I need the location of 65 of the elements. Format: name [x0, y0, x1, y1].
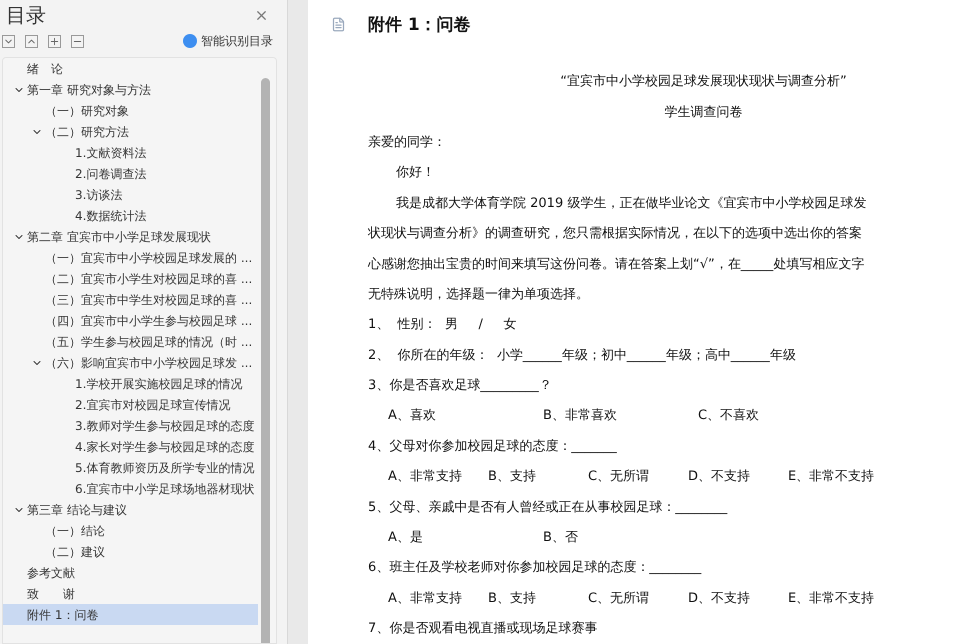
- outline-item[interactable]: 1.学校开展实施校园足球的情况: [3, 373, 258, 394]
- panel-title: 目录: [6, 2, 46, 29]
- outline-item[interactable]: （一）研究对象: [3, 100, 258, 121]
- document-text: 2、 你所在的年级： 小学______年级；初中______年级；高中______年级: [368, 346, 796, 365]
- answer-option: E、非常不支持: [788, 588, 888, 608]
- outline-item[interactable]: 绪 论: [3, 58, 258, 79]
- document-text: 无特殊说明，选择题一律为单项选择。: [368, 286, 589, 304]
- document-text: 你好！: [395, 164, 435, 182]
- document-text: 学生调查问卷: [664, 104, 744, 122]
- collapse-all-icon[interactable]: [25, 34, 38, 48]
- document-text: 我是成都大学体育学院 2019 级学生，正在做毕业论文《宜宾市中小学校园足球发: [395, 194, 866, 213]
- document-text: 状现状与调查分析》的调查研究，您只需根据实际情况，在以下的选项中选出你的答案: [368, 225, 862, 244]
- outline-item[interactable]: （五）学生参与校园足球的情况（时 ...: [3, 331, 258, 352]
- answer-option: A、非常支持: [388, 588, 488, 608]
- outline-item[interactable]: 参考文献: [3, 562, 258, 583]
- outline-item[interactable]: 5.体育教师资历及所学专业的情况: [3, 457, 258, 478]
- answer-option: A、非常支持: [388, 467, 488, 487]
- outline-item[interactable]: （一）宜宾市中小学校园足球发展的 ...: [3, 247, 258, 268]
- answer-option: D、不支持: [688, 588, 788, 608]
- outline-item[interactable]: （二）宜宾市小学生对校园足球的喜 ...: [3, 268, 258, 289]
- smart-toc-button[interactable]: 智能识别目录: [183, 32, 273, 50]
- document-text: 3、你是否喜欢足球_________？: [368, 377, 552, 396]
- answer-option: B、否: [543, 528, 698, 548]
- answer-option: C、无所谓: [588, 467, 688, 487]
- answer-option: E、非常不支持: [788, 467, 888, 487]
- document-text: 心感谢您抽出宝贵的时间来填写这份问卷。请在答案上划“√”，在_____处填写相应文字: [368, 256, 864, 274]
- minus-icon[interactable]: [71, 34, 84, 48]
- outline-item[interactable]: 4.数据统计法: [3, 205, 258, 226]
- outline-item[interactable]: 1.文献资料法: [3, 142, 258, 163]
- answer-option: A、喜欢: [388, 406, 543, 426]
- answer-option: C、不喜欢: [698, 406, 853, 426]
- outline-item[interactable]: （四）宜宾市中小学生参与校园足球 ...: [3, 310, 258, 331]
- outline-item[interactable]: 6.宜宾市中小学足球场地器材现状: [3, 478, 258, 499]
- document-text: 1、 性别： 男 / 女: [368, 316, 517, 334]
- answer-option: B、支持: [488, 467, 588, 487]
- outline-item[interactable]: 致 谢: [3, 583, 258, 604]
- expand-all-icon[interactable]: [2, 34, 15, 48]
- document-text: 7、你是否观看电视直播或现场足球赛事: [368, 620, 598, 638]
- outline-item[interactable]: 2.宜宾市对校园足球宣传情况: [3, 394, 258, 415]
- document-text: “宜宾市中小学校园足球发展现状现状与调查分析”: [559, 73, 848, 92]
- answer-option: B、非常喜欢: [543, 406, 698, 426]
- outline-item[interactable]: （二）研究方法: [3, 121, 258, 142]
- outline-item[interactable]: 第一章 研究对象与方法: [3, 79, 258, 100]
- outline-item[interactable]: 附件 1：问卷: [3, 604, 258, 625]
- answer-option: C、无所谓: [588, 588, 688, 608]
- answer-option: B、支持: [488, 588, 588, 608]
- outline-item[interactable]: 2.问卷调查法: [3, 163, 258, 184]
- outline-item[interactable]: （三）宜宾市中学生对校园足球的喜 ...: [3, 289, 258, 310]
- document-text: 6、班主任及学校老师对你参加校园足球的态度：________: [368, 559, 702, 578]
- outline-item[interactable]: 第三章 结论与建议: [3, 499, 258, 520]
- outline-item[interactable]: 3.访谈法: [3, 184, 258, 205]
- outline-item[interactable]: （一）结论: [3, 520, 258, 541]
- document-text: 4、父母对你参加校园足球的态度：_______: [368, 438, 617, 456]
- outline-item[interactable]: 4.家长对学生参与校园足球的态度: [3, 436, 258, 457]
- answer-option: D、不支持: [688, 467, 788, 487]
- outline-item[interactable]: 第二章 宜宾市中小学足球发展现状: [3, 226, 258, 247]
- document-text: 5、父母、亲戚中是否有人曾经或正在从事校园足球：________: [368, 498, 728, 517]
- plus-icon[interactable]: [48, 34, 61, 48]
- outline-item[interactable]: 3.教师对学生参与校园足球的态度: [3, 415, 258, 436]
- outline-item[interactable]: （二）建议: [3, 541, 258, 562]
- answer-option: A、是: [388, 528, 543, 548]
- outline-item[interactable]: （六）影响宜宾市中小学校园足球发 ...: [3, 352, 258, 373]
- document-heading: 附件 1：问卷: [368, 14, 471, 37]
- scrollbar-thumb[interactable]: [261, 78, 270, 643]
- document-text: 亲爱的同学：: [368, 134, 446, 152]
